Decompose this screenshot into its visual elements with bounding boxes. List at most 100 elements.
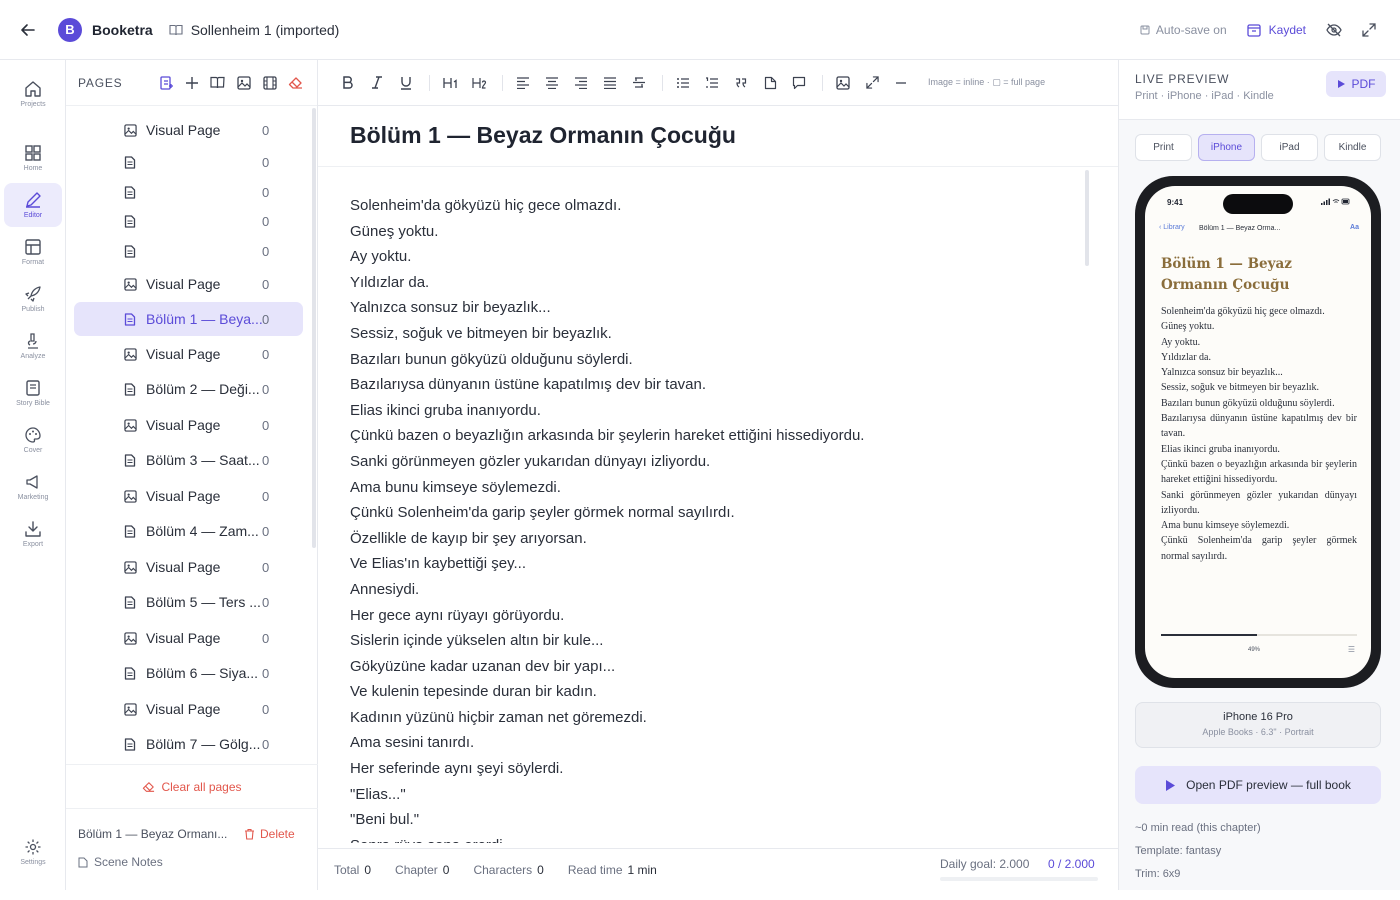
- image-icon: [124, 631, 137, 645]
- page-word-count: 0: [262, 213, 270, 229]
- rail-item-settings[interactable]: Settings: [4, 830, 62, 874]
- add-chapter-button[interactable]: [158, 75, 173, 90]
- page-list-item[interactable]: Bölüm 3 — Saat... 0: [74, 443, 303, 477]
- page-word-count: 0: [262, 154, 270, 170]
- page-list-item[interactable]: Visual Page 0: [74, 113, 303, 147]
- align-right-button[interactable]: [573, 73, 589, 93]
- comment-button[interactable]: [791, 73, 807, 93]
- book-title[interactable]: Sollenheim 1 (imported): [191, 22, 340, 38]
- document-page-icon: [124, 185, 136, 199]
- full-page-image-button[interactable]: [864, 73, 880, 93]
- scene-notes-button[interactable]: Scene Notes: [78, 855, 163, 869]
- rail-item-editor[interactable]: Editor: [4, 183, 62, 227]
- numbered-list-button[interactable]: [704, 73, 720, 93]
- page-label: Bölüm 7 — Gölg...: [146, 736, 261, 752]
- page-word-count: 0: [262, 276, 270, 292]
- editor-text-area[interactable]: Solenheim'da gökyüzü hiç gece olmazdı. Gü…: [350, 193, 1090, 843]
- reader-menu-icon[interactable]: ☰: [1348, 645, 1355, 654]
- comment-icon: [792, 76, 806, 89]
- page-list-item[interactable]: Bölüm 4 — Zam... 0: [74, 514, 303, 548]
- add-spread-button[interactable]: [210, 75, 225, 90]
- reader-back-button[interactable]: ‹ Library: [1159, 224, 1185, 231]
- page-word-count: 0: [262, 701, 270, 717]
- page-list-item[interactable]: 0: [74, 234, 303, 268]
- rail-item-story-bible[interactable]: Story Bible: [4, 371, 62, 415]
- bold-button[interactable]: [340, 73, 356, 93]
- rail-item-format[interactable]: Format: [4, 230, 62, 274]
- page-list-item[interactable]: Visual Page 0: [74, 692, 303, 726]
- device-name: iPhone 16 Pro: [1223, 711, 1293, 723]
- horizontal-rule-button[interactable]: [893, 73, 909, 93]
- page-list-item[interactable]: Bölüm 6 — Siya... 0: [74, 656, 303, 690]
- page-list-item[interactable]: Bölüm 7 — Gölg... 0: [74, 727, 303, 761]
- align-left-button[interactable]: [515, 73, 531, 93]
- rail-item-publish[interactable]: Publish: [4, 277, 62, 321]
- bullet-list-button[interactable]: [675, 73, 691, 93]
- fullscreen-button[interactable]: [1362, 23, 1376, 37]
- document-page-icon: [124, 214, 136, 228]
- preview-subtitle: Print · iPhone · iPad · Kindle: [1135, 90, 1274, 102]
- page-list-item[interactable]: Bölüm 5 — Ters ... 0: [74, 585, 303, 619]
- italic-button[interactable]: [369, 73, 385, 93]
- editor-scrollbar[interactable]: [1085, 170, 1089, 266]
- page-list-item[interactable]: Bölüm 1 — Beya... 0: [74, 302, 303, 336]
- add-image-page-button[interactable]: [236, 75, 251, 90]
- book-icon: [169, 24, 183, 36]
- phone-screen[interactable]: 9:41 ‹ Library Bölüm 1 — Beyaz Orma... A…: [1145, 186, 1371, 678]
- hide-preview-button[interactable]: [1326, 23, 1342, 37]
- heading2-button[interactable]: [471, 73, 487, 93]
- rail-item-home[interactable]: Home: [4, 136, 62, 180]
- device-tab-ipad[interactable]: iPad: [1261, 134, 1318, 161]
- align-center-button[interactable]: [544, 73, 560, 93]
- insert-image-button[interactable]: [835, 73, 851, 93]
- page-break-button[interactable]: [762, 73, 778, 93]
- back-button[interactable]: [12, 14, 44, 46]
- rail-item-export[interactable]: Export: [4, 512, 62, 556]
- rail-item-marketing[interactable]: Marketing: [4, 465, 62, 509]
- page-list-item[interactable]: 0: [74, 145, 303, 179]
- page-list-item[interactable]: Bölüm 2 — Deği... 0: [74, 372, 303, 406]
- manuscript-line: Elias ikinci gruba inanıyordu.: [350, 401, 541, 419]
- page-list-item[interactable]: Visual Page 0: [74, 337, 303, 371]
- rail-item-cover[interactable]: Cover: [4, 418, 62, 462]
- rail-item-analyze[interactable]: Analyze: [4, 324, 62, 368]
- open-pdf-preview-button[interactable]: Open PDF preview — full book: [1135, 766, 1381, 804]
- page-list-item[interactable]: Visual Page 0: [74, 621, 303, 655]
- strikethrough-button[interactable]: [631, 73, 647, 93]
- document-icon: [124, 382, 136, 396]
- pdf-button[interactable]: PDF: [1326, 71, 1386, 97]
- add-page-button[interactable]: [184, 75, 199, 90]
- chapter-title[interactable]: Bölüm 1 — Beyaz Ormanın Çocuğu: [350, 122, 736, 149]
- toolbar-hint: Image = inline · ▢ = full page: [928, 77, 1046, 87]
- document-icon: [124, 453, 136, 467]
- heading1-button[interactable]: [442, 73, 458, 93]
- page-list-item[interactable]: Visual Page 0: [74, 267, 303, 301]
- manuscript-line: Çünkü bazen o beyazlığın arkasında bir ş…: [350, 427, 865, 445]
- document-icon: [124, 312, 136, 326]
- image-icon: [236, 75, 251, 90]
- save-button[interactable]: Kaydet: [1246, 23, 1306, 37]
- pages-scrollbar[interactable]: [312, 108, 316, 548]
- reader-line: Bazılarıysa dünyanın üstüne kapatılmış d…: [1161, 413, 1357, 440]
- clear-all-pages-button[interactable]: Clear all pages: [66, 764, 318, 808]
- device-tab-kindle[interactable]: Kindle: [1324, 134, 1381, 161]
- page-label: Bölüm 2 — Deği...: [146, 381, 260, 397]
- quote-button[interactable]: [733, 73, 749, 93]
- image-page-icon: [124, 123, 137, 137]
- reader-font-button[interactable]: Aa: [1350, 224, 1359, 231]
- add-film-page-button[interactable]: [262, 75, 277, 90]
- page-list-item[interactable]: Visual Page 0: [74, 479, 303, 513]
- page-list-item[interactable]: Visual Page 0: [74, 550, 303, 584]
- device-tab-iphone[interactable]: iPhone: [1198, 134, 1255, 161]
- underline-button[interactable]: [398, 73, 414, 93]
- device-tab-print[interactable]: Print: [1135, 134, 1192, 161]
- justify-button[interactable]: [602, 73, 618, 93]
- document-page-icon: [124, 595, 136, 609]
- eraser-button[interactable]: [288, 75, 303, 90]
- rail-item-projects[interactable]: Projects: [4, 72, 62, 116]
- page-label: Visual Page: [146, 346, 221, 362]
- scene-notes-label: Scene Notes: [94, 855, 163, 869]
- page-list-item[interactable]: 0: [74, 204, 303, 238]
- delete-page-button[interactable]: Delete: [244, 827, 295, 841]
- page-list-item[interactable]: Visual Page 0: [74, 408, 303, 442]
